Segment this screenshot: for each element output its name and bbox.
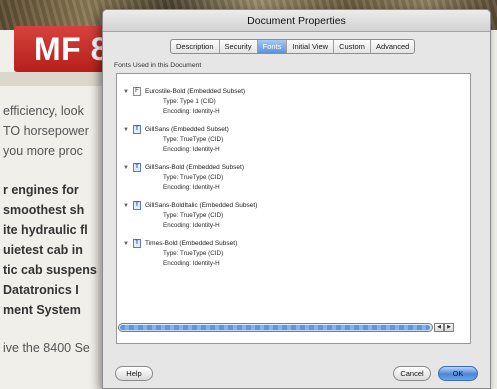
arrow-right-icon: ▶ (447, 324, 451, 330)
background-text-line: TO horsepower (3, 124, 89, 138)
tab-initial-view[interactable]: Initial View (287, 40, 335, 53)
font-name: GillSans-BoldItalic (Embedded Subset) (145, 202, 258, 209)
font-name: GillSans (Embedded Subset) (145, 126, 229, 133)
font-name: Times-Bold (Embedded Subset) (145, 240, 238, 247)
font-encoding: Encoding: Identity-H (163, 146, 220, 153)
font-entry[interactable]: ▼ T GillSans-BoldItalic (Embedded Subset) (117, 201, 470, 211)
fonts-group-label: Fonts Used in this Document (114, 62, 202, 69)
document-properties-dialog: Document Properties Description Security F… (102, 9, 491, 389)
background-text-line: efficiency, look (3, 104, 84, 118)
horizontal-scrollbar[interactable] (118, 323, 433, 332)
font-name: GillSans-Bold (Embedded Subset) (145, 164, 244, 171)
scroll-right-button[interactable]: ▶ (444, 323, 454, 332)
background-text-line: uietest cab in (3, 243, 83, 257)
font-encoding: Encoding: Identity-H (163, 108, 220, 115)
help-button[interactable]: Help (115, 366, 153, 381)
tab-advanced[interactable]: Advanced (371, 40, 414, 53)
font-type: Type: TrueType (CID) (163, 250, 224, 257)
disclosure-triangle-icon[interactable]: ▼ (123, 88, 129, 96)
truetype-font-icon: T (133, 163, 141, 172)
cancel-button[interactable]: Cancel (393, 366, 431, 381)
disclosure-triangle-icon[interactable]: ▼ (123, 126, 129, 134)
ok-button[interactable]: OK (438, 366, 478, 381)
font-entry[interactable]: ▼ T Times-Bold (Embedded Subset) (117, 239, 470, 249)
background-text-line: you more proc (3, 144, 83, 158)
dialog-title: Document Properties (103, 10, 490, 32)
background-text-line: smoothest sh (3, 203, 85, 217)
background-text-line: r engines for (3, 183, 79, 197)
font-type: Type: TrueType (CID) (163, 174, 224, 181)
font-entry[interactable]: ▼ T GillSans (Embedded Subset) (117, 125, 470, 135)
tab-security[interactable]: Security (220, 40, 258, 53)
scrollbar-thumb[interactable] (120, 325, 430, 330)
font-type: Type: Type 1 (CID) (163, 98, 216, 105)
background-text-line: ite hydraulic fl (3, 223, 88, 237)
truetype-font-icon: T (133, 239, 141, 248)
tab-bar: Description Security Fonts Initial View Cust… (170, 39, 416, 54)
background-text-line: Datatronics I (3, 283, 79, 297)
font-name: Eurostile-Bold (Embedded Subset) (145, 88, 246, 95)
tab-description[interactable]: Description (171, 40, 220, 53)
font-encoding: Encoding: Identity-H (163, 260, 220, 267)
truetype-font-icon: T (133, 125, 141, 134)
tab-fonts[interactable]: Fonts (257, 40, 288, 53)
arrow-left-icon: ◀ (437, 324, 441, 330)
font-encoding: Encoding: Identity-H (163, 222, 220, 229)
background-text-line: tic cab suspens (3, 263, 97, 277)
fonts-list[interactable]: ▼ F Eurostile-Bold (Embedded Subset) Type: … (116, 73, 471, 344)
truetype-font-icon: T (133, 201, 141, 210)
font-entry[interactable]: ▼ F Eurostile-Bold (Embedded Subset) (117, 87, 470, 97)
font-entry[interactable]: ▼ T GillSans-Bold (Embedded Subset) (117, 163, 470, 173)
disclosure-triangle-icon[interactable]: ▼ (123, 202, 129, 210)
background-text-line: ive the 8400 Se (3, 341, 90, 355)
background-text-line: ment System (3, 303, 81, 317)
type1-font-icon: F (133, 87, 141, 96)
font-type: Type: TrueType (CID) (163, 136, 224, 143)
tab-custom[interactable]: Custom (334, 40, 371, 53)
font-encoding: Encoding: Identity-H (163, 184, 220, 191)
background-banner-text: MF 8 (34, 31, 109, 67)
disclosure-triangle-icon[interactable]: ▼ (123, 240, 129, 248)
scroll-left-button[interactable]: ◀ (434, 323, 444, 332)
disclosure-triangle-icon[interactable]: ▼ (123, 164, 129, 172)
font-type: Type: TrueType (CID) (163, 212, 224, 219)
